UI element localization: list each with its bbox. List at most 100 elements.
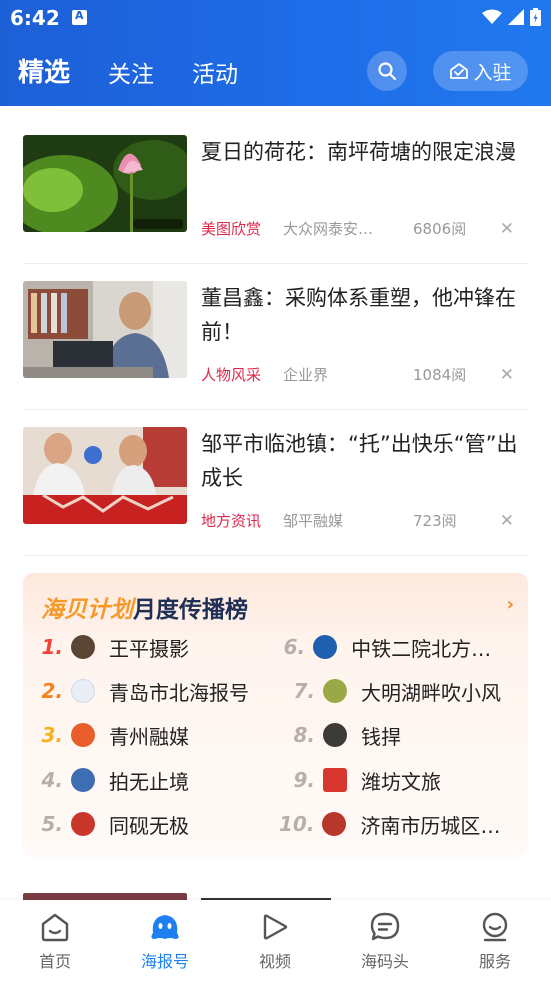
avatar	[71, 723, 95, 747]
chevron-right-icon[interactable]: ›	[507, 594, 514, 615]
rank-number: 7.	[293, 679, 315, 703]
house-check-icon	[450, 63, 469, 79]
rank-number: 2.	[41, 679, 63, 703]
article-title[interactable]: 夏日的荷花：南坪荷塘的限定浪漫	[201, 135, 528, 169]
service-icon	[482, 912, 508, 942]
ranking-item[interactable]: 7. 大明湖畔吹小风	[279, 677, 511, 705]
play-icon	[263, 914, 288, 940]
nav-service-label: 服务	[478, 952, 511, 971]
rank-number: 5.	[41, 812, 63, 836]
article-meta: 美图欣赏 大众网泰安拍客频道 6806阅 ✕	[201, 218, 528, 239]
status-time: 6:42	[10, 6, 60, 30]
battery-icon	[530, 8, 541, 26]
rank-account-name: 青州融媒	[109, 724, 189, 749]
nav-home[interactable]: 首页	[15, 910, 95, 972]
article-thumbnail	[23, 427, 187, 524]
article-source[interactable]: 大众网泰安拍客频道	[283, 218, 385, 239]
article-meta: 人物风采 企业界 1084阅 ✕	[201, 364, 528, 385]
monthly-ranking-card: 海贝计划月度传播榜 › 1. 王平摄影 2. 青岛市北海报号 3. 青州融媒 4…	[23, 573, 528, 857]
avatar	[313, 635, 338, 659]
article-card[interactable]: 董昌鑫：采购体系重塑，他冲锋在前！ 人物风采 企业界 1084阅 ✕	[23, 281, 528, 427]
avatar	[323, 723, 347, 747]
notification-icon	[72, 9, 87, 25]
ranking-item[interactable]: 2. 青岛市北海报号	[33, 677, 268, 705]
nav-dock-label: 海码头	[360, 952, 409, 971]
tab-featured[interactable]: 精选	[18, 52, 75, 93]
rank-account-name: 济南市历城区融媒体中心	[360, 813, 511, 838]
rank-number: 6.	[283, 635, 306, 659]
ranking-item[interactable]: 3. 青州融媒	[33, 721, 268, 749]
rank-number: 9.	[293, 768, 315, 792]
rank-number: 8.	[293, 723, 315, 747]
article-thumbnail	[23, 135, 187, 232]
rank-account-name: 同砚无极	[109, 813, 189, 838]
close-icon[interactable]: ✕	[500, 365, 514, 385]
tab-activities[interactable]: 活动	[192, 55, 238, 89]
ranking-item[interactable]: 10. 济南市历城区融媒体中心	[279, 810, 511, 838]
ranking-item[interactable]: 5. 同砚无极	[33, 810, 268, 838]
article-category[interactable]: 地方资讯	[201, 510, 261, 531]
nav-service[interactable]: 服务	[455, 910, 535, 972]
avatar	[71, 635, 95, 659]
join-button[interactable]: 入驻	[433, 51, 528, 91]
article-reads: 6806阅	[413, 219, 467, 238]
chat-icon	[370, 912, 400, 941]
divider	[23, 263, 528, 264]
rank-account-name: 潍坊文旅	[361, 769, 441, 794]
rank-account-name: 钱捍	[361, 724, 401, 749]
article-title[interactable]: 董昌鑫：采购体系重塑，他冲锋在前！	[201, 281, 528, 349]
ranking-title[interactable]: 海贝计划月度传播榜	[41, 590, 248, 624]
article-thumbnail	[23, 281, 187, 378]
nav-video-label: 视频	[258, 952, 291, 971]
nav-home-label: 首页	[38, 952, 71, 971]
article-card[interactable]: 邹平市临池镇：“托”出快乐“管”出成长 地方资讯 邹平融媒 723阅 ✕	[23, 427, 528, 573]
avatar	[323, 768, 347, 792]
rank-number: 10.	[279, 812, 315, 836]
join-label: 入驻	[473, 61, 512, 84]
divider	[23, 555, 528, 556]
signal-icon	[508, 9, 524, 25]
ranking-title-rest: 月度传播榜	[133, 597, 248, 623]
article-card[interactable]: 夏日的荷花：南坪荷塘的限定浪漫 美图欣赏 大众网泰安拍客频道 6806阅 ✕	[23, 135, 528, 281]
avatar	[71, 768, 95, 792]
wifi-icon	[482, 9, 502, 24]
nav-posters[interactable]: 海报号	[125, 910, 205, 972]
ranking-item[interactable]: 4. 拍无止境	[33, 766, 268, 794]
rank-account-name: 拍无止境	[109, 769, 189, 794]
rank-account-name: 中铁二院北方勘察设计院	[351, 636, 511, 661]
rank-number: 3.	[41, 723, 63, 747]
nav-posters-label: 海报号	[140, 952, 189, 971]
close-icon[interactable]: ✕	[500, 511, 514, 531]
avatar	[322, 812, 347, 836]
article-meta: 地方资讯 邹平融媒 723阅 ✕	[201, 510, 528, 531]
rank-account-name: 青岛市北海报号	[109, 680, 249, 705]
close-icon[interactable]: ✕	[500, 219, 514, 239]
search-icon	[378, 62, 397, 81]
article-source[interactable]: 企业界	[283, 364, 385, 385]
avatar	[71, 679, 95, 703]
top-tabs: 精选 关注 活动	[18, 52, 276, 93]
rank-number: 4.	[41, 768, 63, 792]
rank-number: 1.	[41, 635, 63, 659]
avatar	[71, 812, 95, 836]
ranking-item[interactable]: 1. 王平摄影	[33, 633, 268, 661]
tab-following[interactable]: 关注	[108, 55, 154, 89]
ranking-item[interactable]: 8. 钱捍	[279, 721, 511, 749]
nav-video[interactable]: 视频	[235, 910, 315, 972]
article-source[interactable]: 邹平融媒	[283, 510, 385, 531]
rank-account-name: 大明湖畔吹小风	[361, 680, 501, 705]
article-category[interactable]: 人物风采	[201, 364, 261, 385]
ranking-item[interactable]: 9. 潍坊文旅	[279, 766, 511, 794]
article-reads: 1084阅	[413, 365, 467, 384]
ranking-title-brand: 海贝计划	[41, 597, 133, 623]
divider	[23, 409, 528, 410]
search-button[interactable]	[367, 51, 407, 91]
article-category[interactable]: 美图欣赏	[201, 218, 261, 239]
home-icon	[41, 913, 69, 942]
ranking-item[interactable]: 6. 中铁二院北方勘察设计院	[279, 633, 511, 661]
mascot-icon	[151, 915, 179, 939]
nav-dock[interactable]: 海码头	[345, 910, 425, 972]
article-title[interactable]: 邹平市临池镇：“托”出快乐“管”出成长	[201, 427, 528, 495]
rank-account-name: 王平摄影	[109, 636, 189, 661]
article-reads: 723阅	[413, 511, 457, 530]
